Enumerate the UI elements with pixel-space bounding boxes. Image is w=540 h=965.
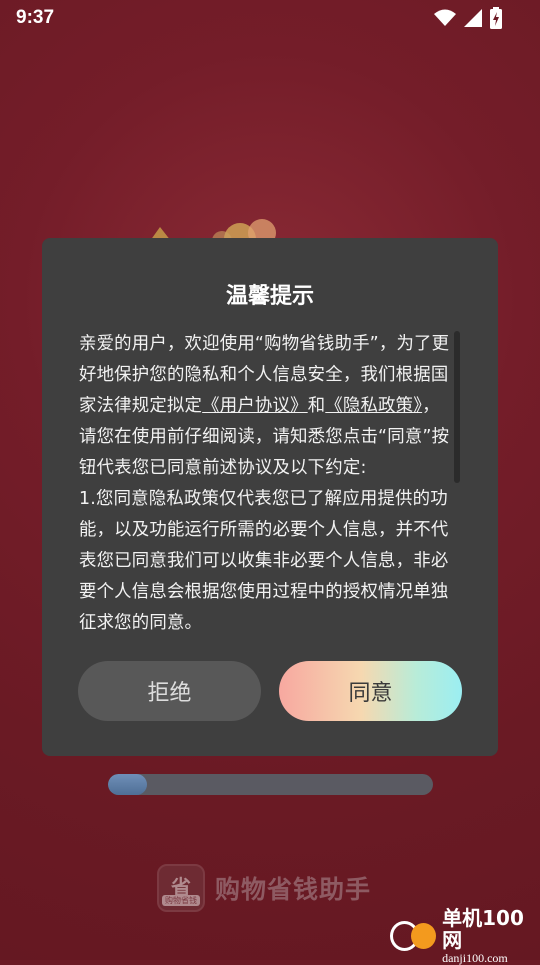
and-text: 和	[307, 396, 326, 416]
wifi-icon	[434, 9, 456, 26]
agree-button[interactable]: 同意	[279, 661, 462, 721]
privacy-dialog: 温馨提示 亲爱的用户，欢迎使用“购物省钱助手”，为了更好地保护您的隐私和个人信息…	[42, 238, 498, 756]
content-scrollbar[interactable]	[454, 331, 460, 483]
dialog-content[interactable]: 亲爱的用户，欢迎使用“购物省钱助手”，为了更好地保护您的隐私和个人信息安全，我们…	[79, 329, 457, 631]
privacy-policy-link[interactable]: 《隐私政策》	[325, 396, 422, 416]
site-watermark: 单机100网 danji100.com	[390, 907, 540, 965]
battery-charging-icon	[490, 7, 502, 29]
app-logo-sub: 购物省钱	[162, 895, 200, 906]
status-bar: 9:37	[0, 0, 540, 36]
app-logo-icon: 省 购物省钱	[157, 864, 205, 912]
status-time: 9:37	[16, 7, 55, 28]
app-name: 购物省钱助手	[215, 875, 372, 904]
watermark-orange-icon	[411, 923, 437, 949]
terms-paragraph: 1.您同意隐私政策仅代表您已了解应用提供的功能，以及功能运行所需的必要个人信息，…	[79, 489, 449, 631]
watermark-title: 单机100网	[442, 906, 524, 952]
reject-button[interactable]: 拒绝	[78, 661, 261, 721]
cell-signal-icon	[464, 9, 482, 27]
dialog-title: 温馨提示	[225, 284, 314, 309]
loading-progress-fill	[108, 774, 147, 795]
agreement-paragraph: 亲爱的用户，欢迎使用“购物省钱助手”，为了更好地保护您的隐私和个人信息安全，我们…	[79, 329, 457, 484]
watermark-url: danji100.com	[442, 951, 508, 965]
app-brand: 省 购物省钱 购物省钱助手	[157, 863, 371, 913]
user-agreement-link[interactable]: 《用户协议》	[202, 396, 308, 416]
loading-progress-bar	[108, 774, 433, 795]
